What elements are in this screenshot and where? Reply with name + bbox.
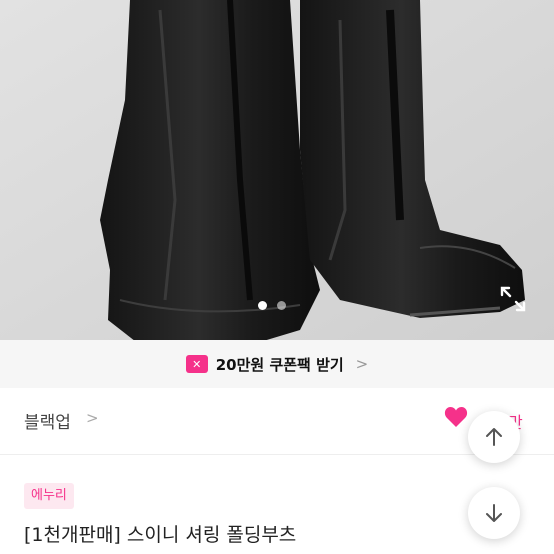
- boots-photo: [0, 0, 554, 340]
- carousel-dot[interactable]: [277, 301, 286, 310]
- chevron-right-icon: >: [355, 355, 369, 373]
- product-image[interactable]: [0, 0, 554, 340]
- coupon-ticket-icon: ✕: [185, 355, 208, 373]
- arrow-down-icon: [486, 504, 502, 522]
- coupon-text: 20만원 쿠폰팩 받기: [215, 355, 344, 374]
- chevron-right-icon: >: [86, 409, 99, 427]
- scroll-down-button[interactable]: [468, 487, 520, 539]
- coupon-banner[interactable]: ✕ 20만원 쿠폰팩 받기 >: [0, 340, 554, 388]
- scroll-up-button[interactable]: [468, 411, 520, 463]
- shop-name[interactable]: 블랙업: [24, 408, 71, 433]
- discount-badge: 에누리: [24, 483, 74, 509]
- arrow-up-icon: [486, 428, 502, 446]
- carousel-indicator: [258, 301, 286, 310]
- product-title: [1천개판매] 스이니 셔링 폴딩부츠: [24, 524, 297, 546]
- divider: [0, 454, 554, 455]
- carousel-dot-active[interactable]: [258, 301, 267, 310]
- heart-icon[interactable]: [444, 406, 468, 432]
- expand-icon[interactable]: [498, 284, 528, 314]
